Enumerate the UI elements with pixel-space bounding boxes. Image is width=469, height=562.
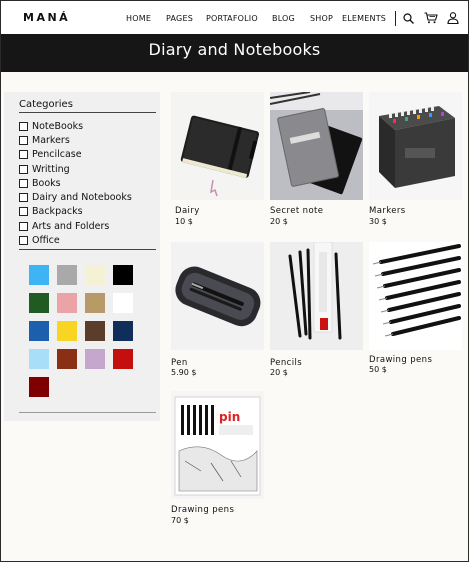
product-image-grey-notebooks[interactable]	[270, 92, 363, 200]
product-name[interactable]: Markers	[369, 206, 406, 216]
nav-home[interactable]: HOME	[126, 14, 151, 23]
color-swatch[interactable]	[113, 265, 133, 285]
category-label: Writting	[32, 163, 70, 175]
product-price: 20 $	[270, 217, 288, 226]
color-swatch[interactable]	[57, 321, 77, 341]
site-logo[interactable]: MANÁ	[23, 11, 70, 24]
product-card[interactable]: Dairy 10 $	[171, 92, 264, 232]
category-item[interactable]: Markers	[19, 133, 132, 147]
color-swatch[interactable]	[85, 293, 105, 313]
category-item[interactable]: Dairy and Notebooks	[19, 190, 132, 204]
search-icon[interactable]	[403, 13, 414, 24]
top-navigation: MANÁ HOME PAGES PORTAFOLIO BLOG SHOP ELE…	[1, 1, 468, 34]
product-image-pen-case[interactable]	[171, 242, 264, 350]
sidebar: Categories NoteBooks Markers Pencilcase …	[4, 92, 160, 421]
color-swatch[interactable]	[57, 293, 77, 313]
color-swatch[interactable]	[85, 349, 105, 369]
user-icon[interactable]	[447, 12, 459, 24]
category-checkbox[interactable]	[19, 193, 28, 203]
cart-icon[interactable]	[424, 12, 438, 24]
product-card[interactable]: pin Drawing pens 70 $	[171, 391, 264, 531]
nav-pages[interactable]: PAGES	[166, 14, 193, 23]
page-title: Diary and Notebooks	[148, 40, 321, 59]
category-item[interactable]: Office	[19, 233, 132, 247]
category-checkbox[interactable]	[19, 236, 28, 246]
nav-shop[interactable]: SHOP	[310, 14, 333, 23]
page-frame: MANÁ HOME PAGES PORTAFOLIO BLOG SHOP ELE…	[0, 0, 469, 562]
product-price: 30 $	[369, 217, 387, 226]
color-swatch[interactable]	[113, 293, 133, 313]
categories-divider-bottom	[19, 249, 156, 250]
category-label: Backpacks	[32, 206, 83, 218]
color-swatch[interactable]	[57, 265, 77, 285]
category-item[interactable]: Books	[19, 176, 132, 190]
category-checkbox[interactable]	[19, 164, 28, 174]
product-price: 5.90 $	[171, 368, 197, 377]
product-card[interactable]: Drawing pens 50 $	[369, 242, 462, 382]
category-list: NoteBooks Markers Pencilcase Writting Bo…	[19, 119, 132, 248]
color-swatch[interactable]	[85, 265, 105, 285]
category-label: Office	[32, 235, 60, 247]
nav-elements[interactable]: ELEMENTS	[342, 14, 386, 23]
product-name[interactable]: Pencils	[270, 358, 302, 368]
category-label: Markers	[32, 134, 70, 146]
category-checkbox[interactable]	[19, 221, 28, 231]
color-swatch[interactable]	[29, 377, 49, 397]
page-banner: Diary and Notebooks	[1, 34, 468, 72]
category-item[interactable]: Writting	[19, 162, 132, 176]
color-swatch[interactable]	[29, 321, 49, 341]
product-image-black-notebook[interactable]	[171, 92, 264, 200]
svg-text:pin: pin	[219, 410, 240, 424]
product-price: 10 $	[175, 217, 193, 226]
product-name[interactable]: Dairy	[175, 206, 200, 216]
nav-separator	[395, 11, 396, 26]
category-checkbox[interactable]	[19, 178, 28, 188]
product-card[interactable]: Markers 30 $	[369, 92, 462, 232]
color-swatch[interactable]	[113, 349, 133, 369]
category-label: Pencilcase	[32, 149, 82, 161]
category-label: Dairy and Notebooks	[32, 192, 132, 204]
color-swatch[interactable]	[29, 265, 49, 285]
color-swatch[interactable]	[29, 349, 49, 369]
categories-heading: Categories	[19, 99, 73, 110]
nav-portafolio[interactable]: PORTAFOLIO	[206, 14, 258, 23]
product-name[interactable]: Drawing pens	[171, 505, 234, 515]
category-label: Arts and Folders	[32, 220, 110, 232]
product-price: 70 $	[171, 516, 189, 525]
product-card[interactable]: Secret note 20 $	[270, 92, 363, 232]
color-swatch[interactable]	[29, 293, 49, 313]
color-swatch[interactable]	[57, 349, 77, 369]
category-item[interactable]: Pencilcase	[19, 148, 132, 162]
color-swatch[interactable]	[85, 321, 105, 341]
product-card[interactable]: Pen 5.90 $	[171, 242, 264, 382]
product-name[interactable]: Secret note	[270, 206, 323, 216]
category-checkbox[interactable]	[19, 135, 28, 145]
product-image-marker-set[interactable]	[369, 92, 462, 200]
category-item[interactable]: Backpacks	[19, 205, 132, 219]
category-label: NoteBooks	[32, 120, 84, 132]
categories-divider-top	[19, 112, 156, 113]
product-name[interactable]: Pen	[171, 358, 188, 368]
category-checkbox[interactable]	[19, 150, 28, 160]
color-swatch[interactable]	[113, 321, 133, 341]
product-image-drawing-pens[interactable]	[369, 242, 462, 350]
category-label: Books	[32, 177, 61, 189]
product-price: 50 $	[369, 365, 387, 374]
product-card[interactable]: Pencils 20 $	[270, 242, 363, 382]
product-image-black-pencils[interactable]	[270, 242, 363, 350]
product-name[interactable]: Drawing pens	[369, 355, 432, 365]
category-checkbox[interactable]	[19, 207, 28, 217]
product-image-drawing-pen-pack[interactable]: pin	[171, 391, 264, 499]
sidebar-footer-divider	[19, 412, 156, 413]
nav-blog[interactable]: BLOG	[272, 14, 295, 23]
category-item[interactable]: NoteBooks	[19, 119, 132, 133]
product-price: 20 $	[270, 368, 288, 377]
category-item[interactable]: Arts and Folders	[19, 219, 132, 233]
category-checkbox[interactable]	[19, 121, 28, 131]
